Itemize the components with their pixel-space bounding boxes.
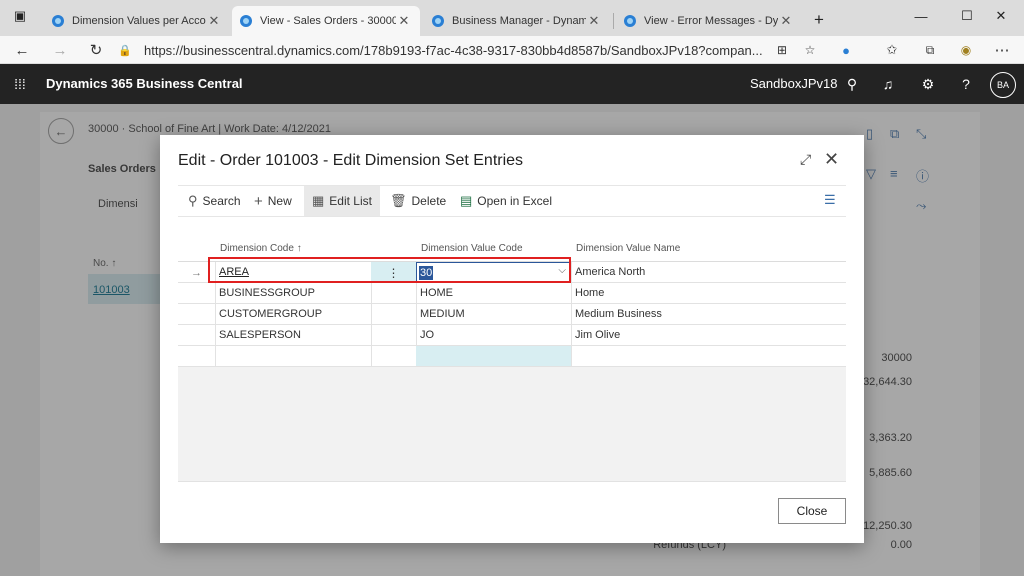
dimension-code-cell[interactable]: CUSTOMERGROUP bbox=[215, 304, 371, 325]
reader-view-icon[interactable]: ⊞ bbox=[770, 38, 794, 62]
bc-favicon-icon bbox=[240, 15, 252, 27]
search-icon[interactable]: ⚲ bbox=[842, 74, 862, 94]
bc-header: ⁞⁞⁞ Dynamics 365 Business Central Sandbo… bbox=[0, 64, 1024, 104]
bc-favicon-icon bbox=[432, 15, 444, 27]
more-menu-icon[interactable]: ⋯ bbox=[990, 38, 1014, 62]
dimension-value-name-cell: Jim Olive bbox=[571, 325, 846, 346]
footer-divider bbox=[178, 481, 846, 482]
delete-button[interactable]: 🗑 Delete bbox=[390, 186, 446, 216]
plus-icon: + bbox=[254, 192, 263, 210]
edit-list-button[interactable]: ▦ Edit List bbox=[304, 186, 380, 216]
minimize-button[interactable]: — bbox=[898, 0, 944, 32]
browser-tab-1[interactable]: Dimension Values per Account - ✕ bbox=[44, 6, 230, 36]
search-icon: ⚲ bbox=[188, 193, 198, 208]
edit-dimension-set-dialog: Edit - Order 101003 - Edit Dimension Set… bbox=[160, 135, 864, 543]
tab-separator bbox=[613, 13, 614, 29]
settings-gear-icon[interactable]: ⚙ bbox=[918, 74, 938, 94]
browser-tab-4[interactable]: View - Error Messages - Dynami ✕ bbox=[616, 6, 802, 36]
highlight-annotation-box bbox=[208, 257, 571, 283]
column-header-dimension-value-code[interactable]: Dimension Value Code bbox=[421, 243, 523, 254]
browser-tab-3[interactable]: Business Manager - Dynamics 36 ✕ bbox=[424, 6, 610, 36]
table-row[interactable]: CUSTOMERGROUP MEDIUM Medium Business bbox=[178, 304, 846, 325]
dialog-toolbar: ⚲ Search + New ▦ Edit List 🗑 Delete ▤ Op… bbox=[178, 185, 846, 217]
tab-close-icon[interactable]: ✕ bbox=[586, 13, 602, 29]
table-row[interactable]: BUSINESSGROUP HOME Home bbox=[178, 283, 846, 304]
row-actions-cell[interactable] bbox=[371, 304, 416, 325]
excel-icon: ▤ bbox=[460, 193, 473, 208]
empty-cell[interactable] bbox=[215, 346, 371, 367]
refresh-icon[interactable]: ↻ bbox=[84, 38, 108, 62]
edit-list-label: Edit List bbox=[329, 194, 372, 208]
row-actions-cell[interactable] bbox=[371, 283, 416, 304]
dimension-value-name-cell: Medium Business bbox=[571, 304, 846, 325]
new-tab-button[interactable]: + bbox=[802, 4, 836, 36]
favorite-star-icon[interactable]: ☆ bbox=[798, 38, 822, 62]
table-row[interactable]: SALESPERSON JO Jim Olive bbox=[178, 325, 846, 346]
url-field[interactable]: 🔒 https://businesscentral.dynamics.com/1… bbox=[118, 39, 830, 61]
search-button[interactable]: ⚲ Search bbox=[188, 186, 241, 216]
address-bar: ← → ↻ 🔒 https://businesscentral.dynamics… bbox=[0, 36, 1024, 64]
forward-icon[interactable]: → bbox=[48, 38, 72, 62]
tab-close-icon[interactable]: ✕ bbox=[778, 13, 794, 29]
notification-icon[interactable]: ♫ bbox=[878, 74, 898, 94]
dimension-value-code-cell[interactable]: JO bbox=[416, 325, 571, 346]
column-header-dimension-code[interactable]: Dimension Code ↑ bbox=[220, 243, 302, 254]
open-in-excel-button[interactable]: ▤ Open in Excel bbox=[460, 186, 552, 216]
dialog-title: Edit - Order 101003 - Edit Dimension Set… bbox=[178, 152, 524, 169]
new-label: New bbox=[267, 194, 292, 208]
delete-label: Delete bbox=[411, 194, 447, 208]
dimension-code-cell[interactable]: BUSINESSGROUP bbox=[215, 283, 371, 304]
empty-cell[interactable] bbox=[571, 346, 846, 367]
column-header-dimension-value-name[interactable]: Dimension Value Name bbox=[576, 243, 680, 254]
url-text: https://businesscentral.dynamics.com/178… bbox=[144, 42, 763, 58]
new-button[interactable]: + New bbox=[254, 186, 292, 216]
bc-favicon-icon bbox=[52, 15, 64, 27]
expand-icon[interactable]: ⤢ bbox=[800, 151, 811, 168]
empty-cell[interactable] bbox=[371, 346, 416, 367]
open-in-excel-label: Open in Excel bbox=[477, 194, 553, 208]
tab-label: View - Error Messages - Dynami bbox=[644, 15, 778, 27]
browser-tab-strip: ▣ Dimension Values per Account - ✕ View … bbox=[0, 0, 1024, 36]
favorites-icon[interactable]: ✩ bbox=[880, 38, 904, 62]
profile-icon[interactable]: ◉ bbox=[954, 38, 978, 62]
bc-favicon-icon bbox=[624, 15, 636, 27]
dimension-value-code-cell[interactable]: MEDIUM bbox=[416, 304, 571, 325]
search-label: Search bbox=[202, 194, 241, 208]
dimension-value-name-cell: America North bbox=[571, 262, 846, 283]
dimension-value-name-cell: Home bbox=[571, 283, 846, 304]
window-close-button[interactable]: ✕ bbox=[978, 0, 1024, 32]
tab-label: View - Sales Orders - 30000 · Sch bbox=[260, 15, 396, 27]
company-name[interactable]: SandboxJPv18 bbox=[750, 76, 837, 91]
back-icon[interactable]: ← bbox=[10, 38, 34, 62]
user-avatar[interactable]: BA bbox=[990, 72, 1016, 98]
empty-value-code-cell[interactable] bbox=[416, 346, 571, 366]
grid-body: → AREA ⋮ 30 ⌵ America North BUSINESSGROU… bbox=[178, 261, 846, 481]
trash-icon: 🗑 bbox=[390, 193, 407, 208]
tab-actions-icon[interactable]: ▣ bbox=[0, 0, 40, 32]
tab-label: Business Manager - Dynamics 36 bbox=[452, 15, 586, 27]
app-name: Dynamics 365 Business Central bbox=[46, 76, 243, 91]
tab-close-icon[interactable]: ✕ bbox=[396, 13, 412, 29]
extension-icon[interactable]: ● bbox=[834, 38, 858, 62]
new-empty-row[interactable] bbox=[178, 346, 846, 367]
dimension-code-cell[interactable]: SALESPERSON bbox=[215, 325, 371, 346]
list-view-icon[interactable]: ☰ bbox=[824, 192, 836, 208]
lock-icon: 🔒 bbox=[118, 44, 132, 57]
close-button[interactable]: Close bbox=[778, 498, 846, 524]
browser-tab-2[interactable]: View - Sales Orders - 30000 · Sch ✕ bbox=[232, 6, 420, 36]
collections-icon[interactable]: ⧉ bbox=[918, 38, 942, 62]
row-actions-cell[interactable] bbox=[371, 325, 416, 346]
app-launcher-icon[interactable]: ⁞⁞⁞ bbox=[10, 74, 30, 94]
tab-label: Dimension Values per Account - bbox=[72, 15, 206, 27]
tab-close-icon[interactable]: ✕ bbox=[206, 13, 222, 29]
help-icon[interactable]: ? bbox=[956, 74, 976, 94]
dimension-value-code-cell[interactable]: HOME bbox=[416, 283, 571, 304]
edit-list-icon: ▦ bbox=[312, 193, 325, 208]
close-icon[interactable]: ✕ bbox=[824, 149, 839, 170]
